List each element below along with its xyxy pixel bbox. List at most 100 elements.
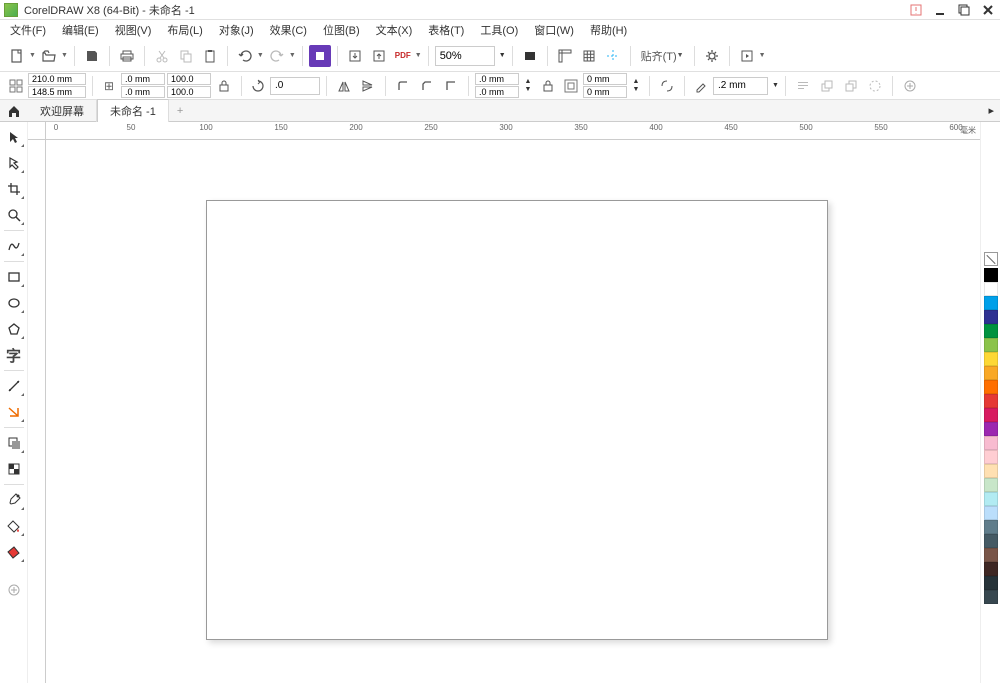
color-swatch[interactable] (984, 464, 998, 478)
color-swatch[interactable] (984, 450, 998, 464)
outline-width-input[interactable] (713, 77, 768, 95)
print-button[interactable] (116, 45, 138, 67)
fullscreen-preview-button[interactable] (519, 45, 541, 67)
close-button[interactable] (980, 2, 996, 18)
menu-bitmap[interactable]: 位图(B) (317, 20, 366, 40)
scale-y-input[interactable] (167, 86, 211, 98)
new-button[interactable] (6, 45, 28, 67)
show-guidelines-button[interactable] (602, 45, 624, 67)
open-button[interactable] (38, 45, 60, 67)
horizontal-ruler[interactable]: 0501001502002503003504004505005506006507… (46, 122, 980, 140)
spinner-down-icon[interactable]: ▼ (521, 86, 535, 93)
offset2-y-input[interactable] (583, 86, 627, 98)
document-page[interactable] (206, 200, 828, 640)
color-swatch[interactable] (984, 394, 998, 408)
connector-tool[interactable] (3, 401, 25, 423)
rectangle-tool[interactable] (3, 266, 25, 288)
text-tool[interactable]: 字 (3, 344, 25, 366)
no-color-swatch[interactable] (984, 252, 998, 266)
color-swatch[interactable] (984, 590, 998, 604)
vertical-ruler[interactable] (28, 140, 46, 683)
menu-effects[interactable]: 效果(C) (264, 20, 313, 40)
search-content-button[interactable] (309, 45, 331, 67)
menu-layout[interactable]: 布局(L) (161, 20, 208, 40)
color-swatch[interactable] (984, 296, 998, 310)
tab-scroll-right-icon[interactable]: ▸ (982, 104, 1000, 117)
crop-tool[interactable] (3, 178, 25, 200)
export-button[interactable] (368, 45, 390, 67)
polygon-tool[interactable] (3, 318, 25, 340)
show-rulers-button[interactable] (554, 45, 576, 67)
menu-table[interactable]: 表格(T) (422, 20, 470, 40)
snap-to-button[interactable]: 贴齐(T) ▼ (637, 45, 688, 67)
zoom-tool[interactable] (3, 204, 25, 226)
undo-dropdown-icon[interactable]: ▼ (257, 52, 264, 59)
offset-x-input[interactable] (475, 73, 519, 85)
convert-curves-button[interactable] (864, 75, 886, 97)
offset-y-input[interactable] (475, 86, 519, 98)
scale-x-input[interactable] (167, 73, 211, 85)
transparency-tool[interactable] (3, 458, 25, 480)
minimize-button[interactable] (932, 2, 948, 18)
color-swatch[interactable] (984, 506, 998, 520)
mirror-h-button[interactable] (333, 75, 355, 97)
tab-add-button[interactable]: + (169, 102, 191, 120)
width-input[interactable] (121, 73, 165, 85)
spinner2-up-icon[interactable]: ▲ (629, 78, 643, 85)
drop-shadow-tool[interactable] (3, 432, 25, 454)
color-swatch[interactable] (984, 422, 998, 436)
menu-text[interactable]: 文本(X) (370, 20, 419, 40)
menu-window[interactable]: 窗口(W) (528, 20, 580, 40)
to-front-button[interactable] (816, 75, 838, 97)
color-swatch[interactable] (984, 492, 998, 506)
offset2-x-input[interactable] (583, 73, 627, 85)
spinner-up-icon[interactable]: ▲ (521, 78, 535, 85)
eyedropper-tool[interactable] (3, 489, 25, 511)
outline-dropdown-icon[interactable]: ▼ (772, 82, 779, 89)
smart-fill-tool[interactable] (3, 541, 25, 563)
new-dropdown-icon[interactable]: ▼ (29, 52, 36, 59)
color-swatch[interactable] (984, 436, 998, 450)
relative-corner-button[interactable] (656, 75, 678, 97)
color-swatch[interactable] (984, 282, 998, 296)
parallel-dimension-tool[interactable] (3, 375, 25, 397)
ruler-origin[interactable] (28, 122, 46, 140)
menu-view[interactable]: 视图(V) (109, 20, 158, 40)
wrap-text-button[interactable] (792, 75, 814, 97)
options-button[interactable] (701, 45, 723, 67)
color-swatch[interactable] (984, 366, 998, 380)
corner-shape3-button[interactable] (440, 75, 462, 97)
color-swatch[interactable] (984, 534, 998, 548)
menu-help[interactable]: 帮助(H) (584, 20, 633, 40)
tab-document[interactable]: 未命名 -1 (97, 99, 169, 122)
shape-tool[interactable] (3, 152, 25, 174)
color-swatch[interactable] (984, 338, 998, 352)
color-swatch[interactable] (984, 380, 998, 394)
import-button[interactable] (344, 45, 366, 67)
position-x-input[interactable] (28, 73, 86, 85)
height-input[interactable] (121, 86, 165, 98)
maximize-button[interactable] (956, 2, 972, 18)
menu-file[interactable]: 文件(F) (4, 20, 52, 40)
ellipse-tool[interactable] (3, 292, 25, 314)
canvas-viewport[interactable] (46, 140, 980, 683)
save-button[interactable] (81, 45, 103, 67)
redo-dropdown-icon[interactable]: ▼ (289, 52, 296, 59)
menu-object[interactable]: 对象(J) (213, 20, 260, 40)
launcher-dropdown-icon[interactable]: ▼ (759, 52, 766, 59)
undo-button[interactable] (234, 45, 256, 67)
lock-offset-button[interactable] (537, 75, 559, 97)
color-swatch[interactable] (984, 478, 998, 492)
spinner2-down-icon[interactable]: ▼ (629, 86, 643, 93)
zoom-level-input[interactable] (435, 46, 495, 66)
freehand-tool[interactable] (3, 235, 25, 257)
color-swatch[interactable] (984, 408, 998, 422)
pick-tool[interactable] (3, 126, 25, 148)
color-swatch[interactable] (984, 310, 998, 324)
color-swatch[interactable] (984, 576, 998, 590)
paste-button[interactable] (199, 45, 221, 67)
quick-customize-button[interactable] (899, 75, 921, 97)
publish-pdf-button[interactable]: PDF (392, 45, 414, 67)
app-launcher-button[interactable] (736, 45, 758, 67)
redo-button[interactable] (266, 45, 288, 67)
